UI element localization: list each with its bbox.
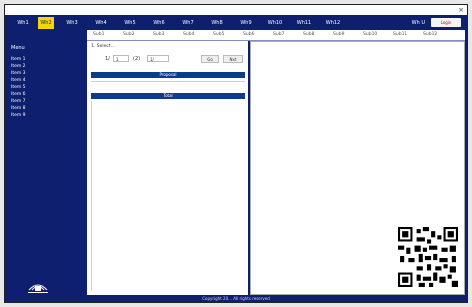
title-strip: × xyxy=(5,5,467,15)
menu-item-1[interactable]: Wh1 xyxy=(13,17,33,29)
sidebar-item[interactable]: Item 3 xyxy=(11,71,26,76)
footer-copyright: Copyright 20... All rights reserved xyxy=(202,296,270,301)
next-button[interactable]: Nxt xyxy=(223,55,243,63)
field-label: 1. Select... xyxy=(91,44,115,49)
pager: 1/ 1 (2) 1/ Go Nxt xyxy=(91,55,245,63)
submenu-item[interactable]: Sub6 xyxy=(243,30,254,40)
submenu-item[interactable]: Sub1 xyxy=(93,30,104,40)
menu-item-8[interactable]: Wh8 xyxy=(205,17,229,29)
sidebar-item[interactable]: Item 4 xyxy=(11,78,26,83)
submenu-item[interactable]: Sub4 xyxy=(183,30,194,40)
menu-item-5[interactable]: Wh5 xyxy=(118,17,142,29)
close-icon[interactable]: × xyxy=(458,5,464,15)
menu-item-2-active[interactable]: Wh2 xyxy=(38,17,54,29)
submenu-item[interactable]: Sub2 xyxy=(123,30,134,40)
submenu-item[interactable]: Sub3 xyxy=(153,30,164,40)
sidebar-item[interactable]: Item 8 xyxy=(11,106,26,111)
sidebar-item[interactable]: Item 2 xyxy=(11,64,26,69)
sidebar-item[interactable]: Item 6 xyxy=(11,92,26,97)
login-button[interactable]: Login xyxy=(431,18,461,27)
total-header-bar: Total xyxy=(91,93,245,99)
sidebar-item[interactable]: Item 7 xyxy=(11,99,26,104)
sidebar-title: Menu xyxy=(11,45,25,51)
company-logo xyxy=(28,284,48,293)
submenu-item[interactable]: Sub12 xyxy=(423,30,437,40)
submenu-item[interactable]: Sub7 xyxy=(273,30,284,40)
app-window: × Wh1 Wh2 Wh3 Wh4 Wh5 Wh6 Wh7 Wh8 Wh9 Wh… xyxy=(4,4,468,303)
submenu-item[interactable]: Sub8 xyxy=(303,30,314,40)
sidebar-item[interactable]: Item 1 xyxy=(11,57,26,62)
sidebar: Menu Item 1 Item 2 Item 3 Item 4 Item 5 … xyxy=(5,41,85,281)
main-content: 1. Select... 1/ 1 (2) 1/ Go Nxt Proposal… xyxy=(87,41,248,295)
page-size-select[interactable]: 1/ xyxy=(147,55,169,62)
pager-prefix: 1/ xyxy=(105,56,110,62)
menu-item-11[interactable]: Wh11 xyxy=(292,17,316,29)
menu-item-9[interactable]: Wh9 xyxy=(234,17,258,29)
pager-middle: (2) xyxy=(133,56,141,62)
menu-item-4[interactable]: Wh4 xyxy=(89,17,113,29)
proposal-header-bar: Proposal xyxy=(91,72,245,78)
divider xyxy=(91,81,245,82)
menu-item-3[interactable]: Wh3 xyxy=(60,17,84,29)
submenu-bar: Sub1 Sub2 Sub3 Sub4 Sub5 Sub6 Sub7 Sub8 … xyxy=(87,30,465,41)
menu-item-10[interactable]: Wh10 xyxy=(263,17,287,29)
menu-item-6[interactable]: Wh6 xyxy=(147,17,171,29)
menu-item-7[interactable]: Wh7 xyxy=(176,17,200,29)
sidebar-item[interactable]: Item 9 xyxy=(11,113,26,118)
page-input[interactable]: 1 xyxy=(113,55,129,62)
menu-item-12[interactable]: Wh12 xyxy=(321,17,345,29)
go-button[interactable]: Go xyxy=(201,55,219,63)
sidebar-item[interactable]: Item 5 xyxy=(11,85,26,90)
divider xyxy=(91,101,92,291)
user-label: Wh U xyxy=(411,20,425,26)
submenu-item[interactable]: Sub10 xyxy=(363,30,377,40)
qr-code xyxy=(398,227,458,287)
submenu-item[interactable]: Sub9 xyxy=(333,30,344,40)
preview-panel xyxy=(250,41,465,295)
main-menubar: Wh1 Wh2 Wh3 Wh4 Wh5 Wh6 Wh7 Wh8 Wh9 Wh10… xyxy=(5,17,467,29)
submenu-item[interactable]: Sub11 xyxy=(393,30,407,40)
submenu-item[interactable]: Sub5 xyxy=(213,30,224,40)
